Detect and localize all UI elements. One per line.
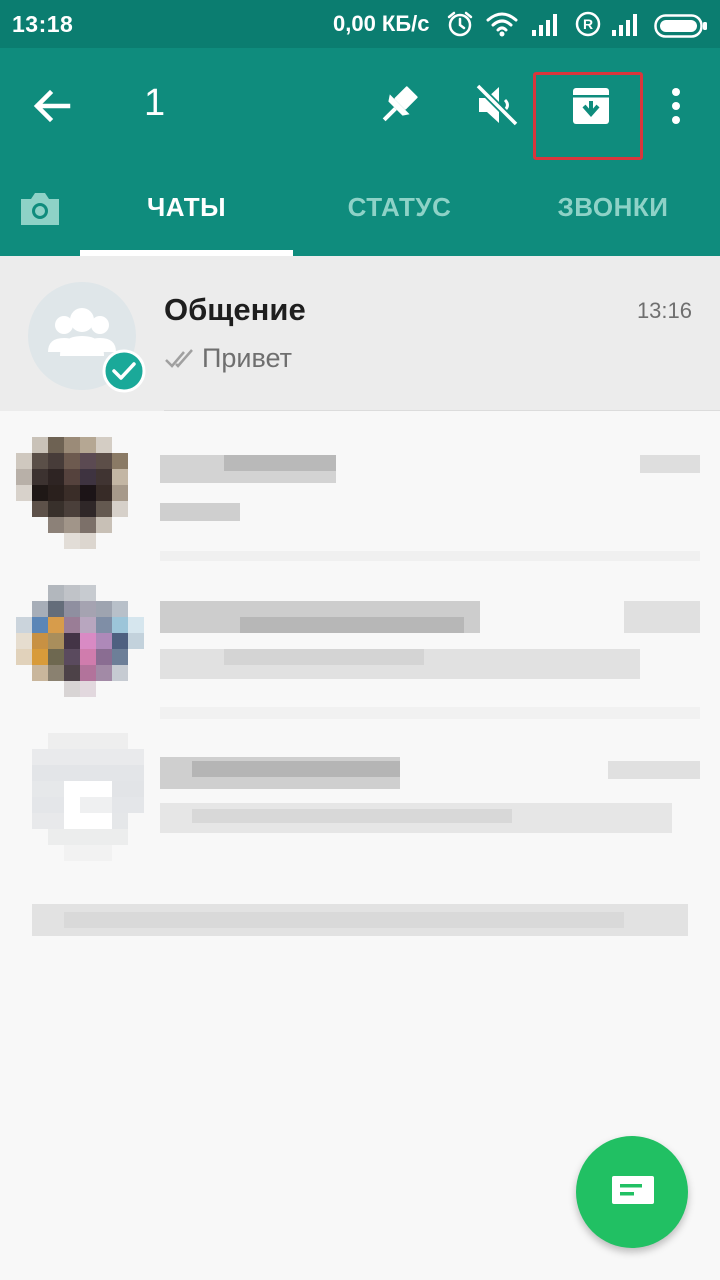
chat-last-message: Привет [202,343,293,373]
selected-count: 1 [144,82,166,124]
battery-icon [654,14,707,38]
camera-icon[interactable] [18,190,62,228]
chat-name: Общение [164,292,306,327]
svg-text:R: R [583,16,593,32]
signal-icon [532,14,557,36]
tab-status[interactable]: СТАТУС [293,192,506,223]
double-check-icon [165,349,193,368]
pin-icon[interactable] [376,82,422,128]
tab-chats[interactable]: ЧАТЫ [80,192,293,223]
new-chat-fab[interactable] [576,1136,688,1248]
roaming-icon: R [575,11,601,37]
chat-time: 13:16 [636,298,692,323]
blurred-time [640,455,700,473]
status-bar: 13:18 0,00 КБ/с R [0,0,720,48]
blurred-message-2 [224,649,424,665]
alarm-icon [447,11,473,37]
avatar [32,733,144,861]
more-vert-icon[interactable] [664,84,688,128]
blurred-time [624,601,700,633]
signal-icon-2 [612,14,637,36]
avatar [16,585,144,697]
archive-highlight-box [533,72,643,160]
blurred-divider [160,707,700,719]
blurred-divider [160,551,700,561]
chat-row-blurred[interactable] [0,411,720,571]
blurred-name-2 [224,455,336,471]
avatar [16,437,128,549]
chat-row-blurred[interactable] [0,571,720,731]
message-icon [612,1176,654,1204]
blurred-message [160,503,240,521]
check-badge-icon [102,349,146,393]
blurred-message-2 [192,809,512,823]
blurred-name-2 [240,617,464,633]
status-time: 13:18 [12,11,74,37]
wifi-icon [486,12,518,37]
mute-icon[interactable] [474,82,520,128]
blurred-name-2 [192,761,400,777]
tab-calls[interactable]: ЗВОНКИ [506,192,720,223]
chat-row-blurred[interactable] [0,731,720,891]
network-speed: 0,00 КБ/с [333,11,430,36]
blurred-time [608,761,700,779]
back-arrow-icon[interactable] [30,84,74,128]
blurred-footer-text-2 [64,912,624,928]
